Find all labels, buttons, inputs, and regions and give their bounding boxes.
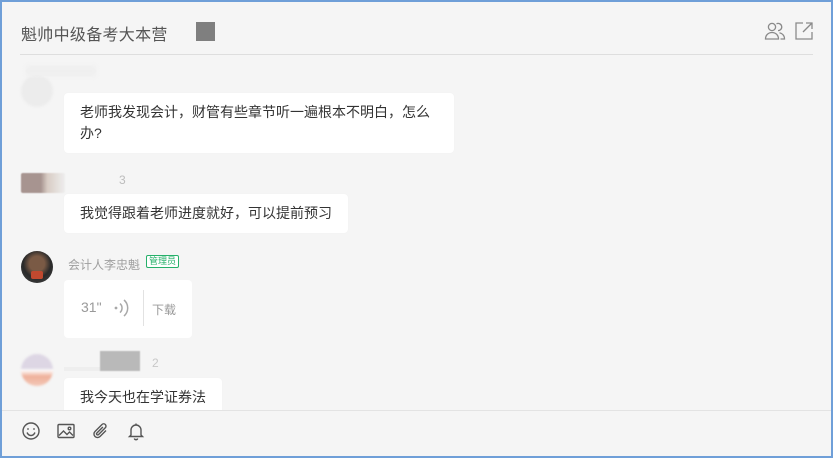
bell-icon[interactable] (126, 421, 146, 441)
sender-nickname: 会计人李忠魁 (68, 258, 141, 272)
voice-message[interactable]: 31" 下载 (64, 280, 192, 338)
download-link[interactable]: 下载 (152, 301, 176, 318)
admin-badge: 管理员 (146, 255, 180, 268)
emoji-icon[interactable] (21, 421, 41, 441)
chat-window: 魁帅中级备考大本营 老师我发现会计，财管有些章节听一遍根本不明白，怎么办? 3 … (0, 0, 833, 458)
voice-divider (143, 290, 144, 326)
header-divider (20, 54, 813, 55)
sender-nickname: 3 (119, 173, 126, 187)
nickname-redacted (26, 66, 96, 76)
chat-header: 魁帅中级备考大本营 (2, 2, 831, 57)
group-avatar-placeholder (196, 22, 215, 41)
sender-nickname: 2 (152, 356, 159, 370)
input-toolbar (2, 411, 831, 456)
message-bubble[interactable]: 老师我发现会计，财管有些章节听一遍根本不明白，怎么办? (64, 93, 454, 153)
avatar[interactable] (21, 354, 53, 386)
voice-wave-icon[interactable] (112, 297, 134, 319)
image-icon[interactable] (56, 421, 76, 441)
nickname-redacted (64, 367, 100, 371)
message-list[interactable]: 老师我发现会计，财管有些章节听一遍根本不明白，怎么办? 3 我觉得跟着老师进度就… (2, 58, 831, 410)
members-icon[interactable] (764, 20, 786, 42)
group-title: 魁帅中级备考大本营 (21, 27, 168, 44)
attachment-icon[interactable] (91, 421, 111, 441)
avatar[interactable] (21, 75, 53, 107)
message-bubble[interactable]: 我今天也在学证券法 (64, 378, 222, 410)
avatar[interactable] (21, 173, 65, 193)
avatar[interactable] (21, 251, 53, 283)
voice-duration: 31" (81, 299, 102, 315)
message-bubble[interactable]: 我觉得跟着老师进度就好，可以提前预习 (64, 194, 348, 233)
nickname-redacted (100, 351, 140, 371)
popout-icon[interactable] (793, 20, 815, 42)
